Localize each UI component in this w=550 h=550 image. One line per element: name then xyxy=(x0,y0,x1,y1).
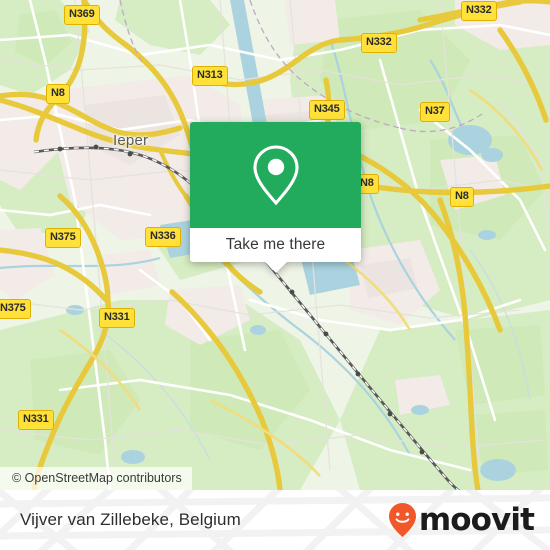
callout-cta-bar[interactable]: Take me there xyxy=(190,228,361,273)
road-shield-n313[interactable]: N313 xyxy=(192,66,228,86)
take-me-there-label: Take me there xyxy=(225,236,326,253)
road-shield-n37[interactable]: N37 xyxy=(420,102,450,122)
road-shield-n345[interactable]: N345 xyxy=(309,100,345,120)
place-title: Vijver van Zillebeke, Belgium xyxy=(20,510,241,529)
road-shield-n8-east[interactable]: N8 xyxy=(450,187,474,207)
road-shield-n332-ne[interactable]: N332 xyxy=(461,1,497,21)
road-shield-n336[interactable]: N336 xyxy=(145,227,181,247)
callout-image-area xyxy=(190,122,361,228)
moovit-smiley-pin-icon xyxy=(388,503,416,537)
map-canvas[interactable]: Ieper N369 N313 N332 N332 N345 N37 N8 N8… xyxy=(0,0,550,490)
moovit-logo[interactable]: moovit xyxy=(388,501,535,538)
road-shield-n332[interactable]: N332 xyxy=(361,33,397,53)
road-shield-n8-west[interactable]: N8 xyxy=(46,84,70,104)
road-shield-n375[interactable]: N375 xyxy=(45,228,81,248)
footer-bar: Vijver van Zillebeke, Belgium moovit xyxy=(0,490,550,550)
destination-callout[interactable]: Take me there xyxy=(190,122,361,273)
city-label-ieper: Ieper xyxy=(113,132,149,149)
moovit-wordmark: moovit xyxy=(418,501,535,538)
osm-attribution[interactable]: © OpenStreetMap contributors xyxy=(0,467,192,490)
road-shield-n369[interactable]: N369 xyxy=(64,5,100,25)
road-shield-n375-sw[interactable]: N375 xyxy=(0,299,31,319)
callout-pointer xyxy=(264,262,287,273)
moovit-map-share-card: Ieper N369 N313 N332 N332 N345 N37 N8 N8… xyxy=(0,0,550,550)
map-pin-icon xyxy=(252,145,299,206)
road-shield-n331-s[interactable]: N331 xyxy=(18,410,54,430)
road-shield-n331[interactable]: N331 xyxy=(99,308,135,328)
